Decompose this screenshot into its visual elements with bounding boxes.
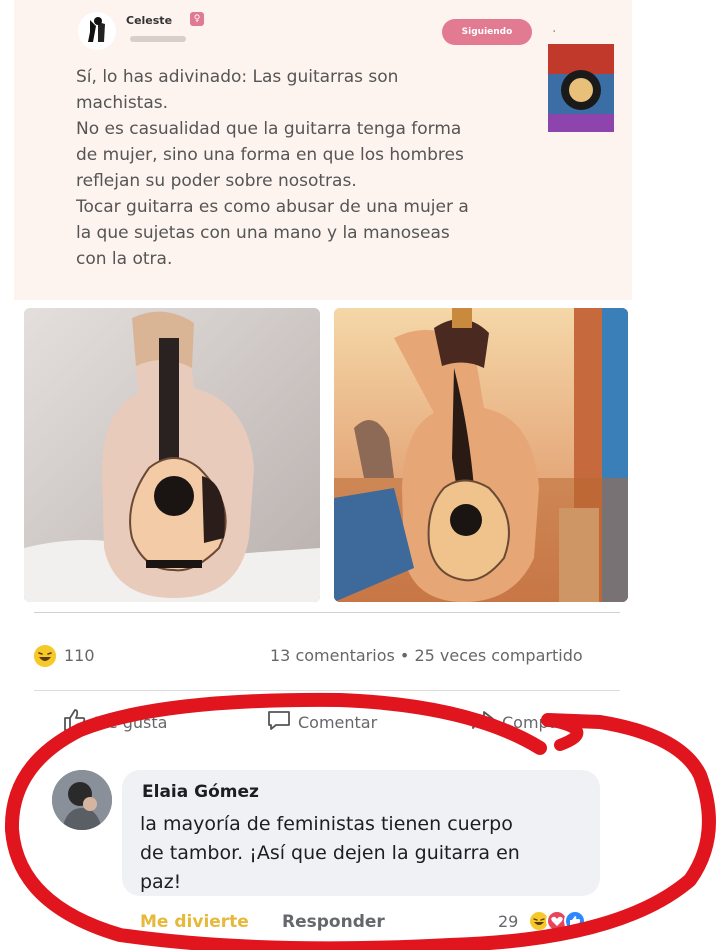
badge-icon: ♀	[190, 12, 204, 26]
embedded-user-name: Celeste	[126, 14, 173, 27]
embedded-user-subtitle	[130, 36, 186, 42]
photo-guitar-back[interactable]	[24, 308, 320, 602]
comment-reaction-count[interactable]: 29	[498, 912, 518, 931]
comment-author[interactable]: Elaia Gómez	[142, 782, 259, 802]
post-text-line: reflejan su poder sobre nosotras.	[76, 171, 357, 191]
embedded-post-text: Sí, lo has adivinado: Las guitarras son …	[76, 64, 556, 272]
comment-button[interactable]: Comentar	[266, 708, 377, 736]
comment-text: la mayoría de feministas tienen cuerpo d…	[140, 810, 580, 897]
divider	[34, 690, 620, 691]
comment-icon	[266, 707, 292, 737]
post-text-line: No es casualidad que la guitarra tenga f…	[76, 119, 462, 139]
comment-label: Comentar	[298, 712, 378, 732]
post-text-line: machistas.	[76, 93, 169, 113]
comment-text-line: la mayoría de feministas tienen cuerpo	[140, 813, 513, 835]
comment-text-line: de tambor. ¡Así que dejen la guitarra en	[140, 842, 520, 864]
carousel-scrollbar[interactable]	[34, 612, 620, 618]
share-icon	[470, 707, 496, 737]
more-options-icon[interactable]: ·	[552, 24, 556, 40]
laugh-emoji-icon[interactable]	[34, 645, 56, 667]
post-text-line: de mujer, sino una forma en que los homb…	[76, 145, 464, 165]
comment-reply-button[interactable]: Responder	[282, 912, 385, 932]
like-icon	[62, 707, 88, 737]
thumbs-up-emoji-icon	[564, 910, 586, 932]
like-label: Me gusta	[94, 712, 168, 732]
embedded-avatar	[78, 12, 116, 50]
share-label: Compartir	[502, 712, 583, 732]
post-text-line: Sí, lo has adivinado: Las guitarras son	[76, 67, 399, 87]
post-text-line: Tocar guitarra es como abusar de una muj…	[76, 197, 469, 217]
reaction-count[interactable]: 110	[64, 646, 95, 665]
comments-shares-count[interactable]: 13 comentarios • 25 veces compartido	[270, 646, 583, 665]
post-text-line: la que sujetas con una mano y la manosea…	[76, 223, 450, 243]
follow-button[interactable]: Siguiendo	[442, 19, 532, 45]
embedded-thumbnail	[548, 44, 614, 132]
post-text-line: con la otra.	[76, 249, 173, 269]
like-button[interactable]: Me gusta	[62, 708, 167, 736]
photo-guitar-painting[interactable]	[334, 308, 628, 602]
comment-text-line: paz!	[140, 871, 182, 893]
comment-reaction-button[interactable]: Me divierte	[140, 912, 249, 932]
comment-avatar[interactable]	[52, 770, 112, 830]
share-button[interactable]: Compartir	[470, 708, 582, 736]
